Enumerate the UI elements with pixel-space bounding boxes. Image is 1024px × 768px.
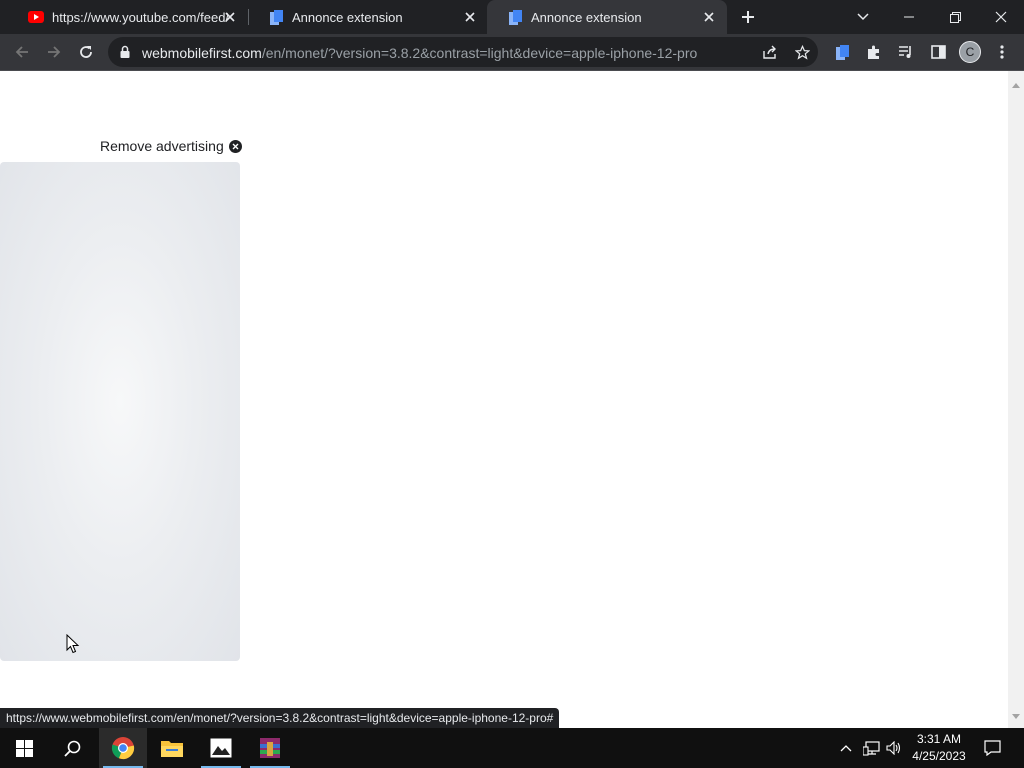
lock-icon[interactable] [120, 45, 130, 63]
system-clock[interactable]: 3:31 AM 4/25/2023 [905, 731, 973, 765]
tab-strip: https://www.youtube.com/feed/li Annonce … [0, 0, 1024, 34]
clock-date: 4/25/2023 [912, 749, 966, 763]
share-icon[interactable] [762, 44, 778, 60]
close-window-button[interactable] [978, 0, 1024, 34]
kebab-menu-icon [1000, 45, 1004, 59]
close-tab-icon[interactable] [701, 9, 717, 25]
chrome-menu-button[interactable] [990, 40, 1014, 64]
windows-taskbar: 3:31 AM 4/25/2023 [0, 728, 1024, 768]
windows-start-icon [15, 739, 33, 757]
restore-button[interactable] [932, 0, 978, 34]
close-tab-icon[interactable] [222, 9, 238, 25]
search-button[interactable] [48, 728, 96, 768]
taskbar-winrar[interactable] [246, 728, 294, 768]
extension-doc-button[interactable] [830, 40, 854, 64]
tab-search-button[interactable] [840, 0, 886, 34]
action-center-button[interactable] [978, 728, 1006, 768]
side-panel-icon [930, 45, 946, 59]
remove-advertising-link[interactable]: Remove advertising [100, 138, 242, 154]
tab-title: Annonce extension [531, 9, 642, 25]
taskbar-photos[interactable] [197, 728, 245, 768]
url-host: webmobilefirst.com [142, 45, 262, 61]
profile-avatar[interactable]: C [959, 41, 981, 63]
extension-doc-icon [507, 9, 523, 25]
scroll-up-arrow-icon[interactable] [1012, 75, 1020, 93]
back-button[interactable] [10, 40, 34, 64]
photos-icon [210, 738, 232, 758]
arrow-right-icon [48, 46, 61, 58]
reload-button[interactable] [74, 40, 98, 64]
remove-advertising-label: Remove advertising [100, 138, 224, 154]
link-status-bubble: https://www.webmobilefirst.com/en/monet/… [0, 708, 560, 728]
start-button[interactable] [0, 728, 48, 768]
page-viewport: Remove advertising [0, 71, 1008, 728]
close-icon [995, 11, 1007, 23]
ad-placeholder[interactable] [0, 162, 240, 661]
minimize-button[interactable] [886, 0, 932, 34]
extension-doc-icon [268, 9, 284, 25]
taskbar-file-explorer[interactable] [148, 728, 196, 768]
reload-icon [80, 46, 92, 58]
queue-music-icon [899, 46, 911, 58]
arrow-left-icon [15, 46, 28, 58]
search-icon [63, 740, 80, 757]
close-tab-icon[interactable] [462, 9, 478, 25]
notification-icon [983, 740, 1001, 756]
puzzle-icon [868, 45, 879, 59]
tab-title: Annonce extension [292, 9, 403, 25]
minimize-icon [904, 16, 914, 18]
bookmark-star-icon[interactable] [794, 44, 810, 60]
chrome-icon [111, 737, 135, 760]
youtube-icon [28, 9, 44, 25]
address-bar[interactable]: webmobilefirst.com/en/monet/?version=3.8… [108, 37, 818, 67]
volume-icon[interactable] [884, 728, 904, 768]
clock-time: 3:31 AM [916, 732, 962, 746]
chevron-up-icon [840, 744, 852, 751]
media-controls-button[interactable] [894, 40, 918, 64]
browser-toolbar: webmobilefirst.com/en/monet/?version=3.8… [0, 34, 1024, 71]
tab-title: https://www.youtube.com/feed/li [52, 9, 228, 25]
chevron-down-icon [857, 13, 869, 21]
url-path: /en/monet/?version=3.8.2&contrast=light&… [261, 45, 698, 61]
close-circle-icon[interactable] [228, 139, 242, 153]
network-icon[interactable] [860, 728, 882, 768]
taskbar-chrome[interactable] [99, 728, 147, 768]
mouse-cursor-icon [66, 633, 80, 659]
vertical-scrollbar[interactable] [1008, 71, 1024, 728]
extensions-button[interactable] [862, 40, 886, 64]
winrar-icon [260, 738, 280, 758]
scroll-down-arrow-icon[interactable] [1012, 706, 1020, 724]
plus-icon [742, 11, 754, 23]
forward-button[interactable] [42, 40, 66, 64]
side-panel-button[interactable] [926, 40, 950, 64]
show-hidden-icons-button[interactable] [836, 728, 856, 768]
extension-doc-icon [835, 44, 849, 60]
tab-youtube[interactable]: https://www.youtube.com/feed/li [8, 0, 248, 34]
tab-annonce-extension-active[interactable]: Annonce extension [487, 0, 727, 34]
new-tab-button[interactable] [738, 7, 758, 27]
url-text[interactable]: webmobilefirst.com/en/monet/?version=3.8… [142, 45, 697, 61]
restore-icon [949, 11, 961, 23]
file-explorer-icon [161, 741, 183, 757]
tab-annonce-extension-1[interactable]: Annonce extension [248, 0, 488, 34]
